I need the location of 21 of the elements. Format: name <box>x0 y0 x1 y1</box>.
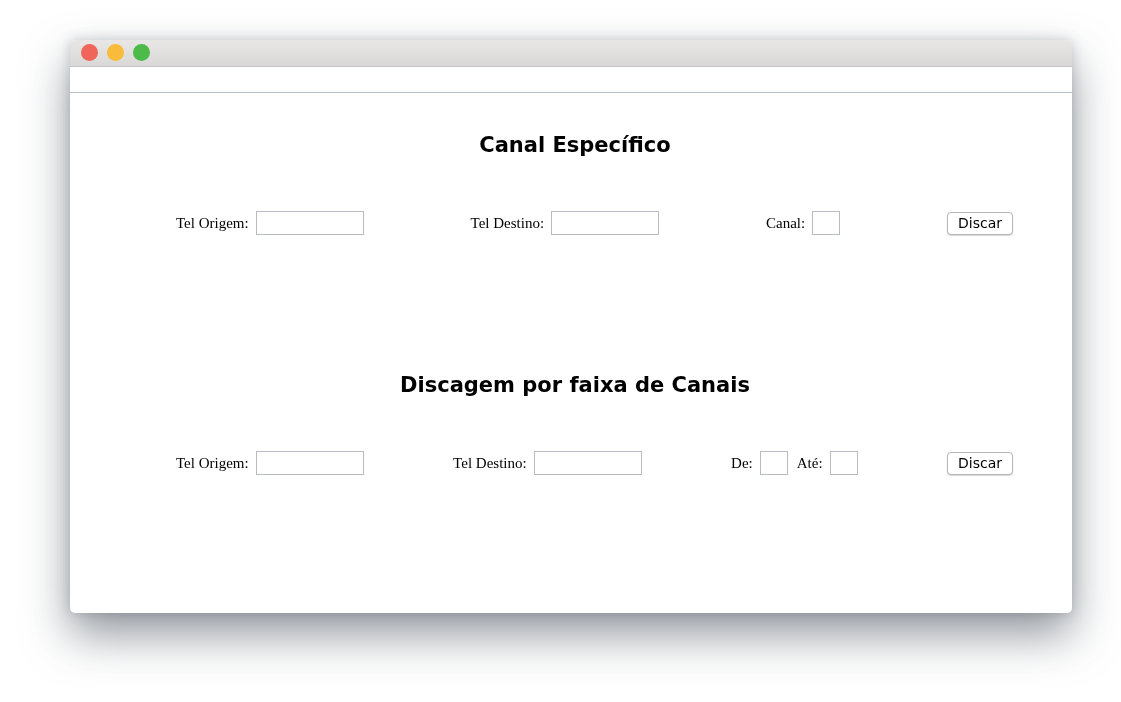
dial-button[interactable]: Discar <box>947 211 1013 235</box>
section-title: Discagem por faixa de Canais <box>400 373 750 397</box>
field-label: Tel Destino: <box>470 214 545 232</box>
section-title: Canal Específico <box>479 133 671 157</box>
field-label: De: <box>731 454 753 472</box>
field-label: Canal: <box>765 214 806 232</box>
input-field[interactable] <box>255 211 364 235</box>
dial-button[interactable]: Discar <box>947 451 1013 475</box>
field-label: Tel Origem: <box>176 214 249 232</box>
input-field[interactable] <box>551 211 660 235</box>
input-field[interactable] <box>255 451 364 475</box>
field-label: Tel Destino: <box>453 454 527 472</box>
input-field[interactable] <box>759 451 788 475</box>
input-field[interactable] <box>533 451 642 475</box>
input-field[interactable] <box>812 211 841 235</box>
input-field[interactable] <box>829 451 858 475</box>
close-button[interactable] <box>81 44 98 62</box>
minimize-button[interactable] <box>107 44 124 62</box>
zoom-button[interactable] <box>133 44 150 62</box>
field-label: Até: <box>796 454 823 472</box>
field-label: Tel Origem: <box>176 454 249 472</box>
